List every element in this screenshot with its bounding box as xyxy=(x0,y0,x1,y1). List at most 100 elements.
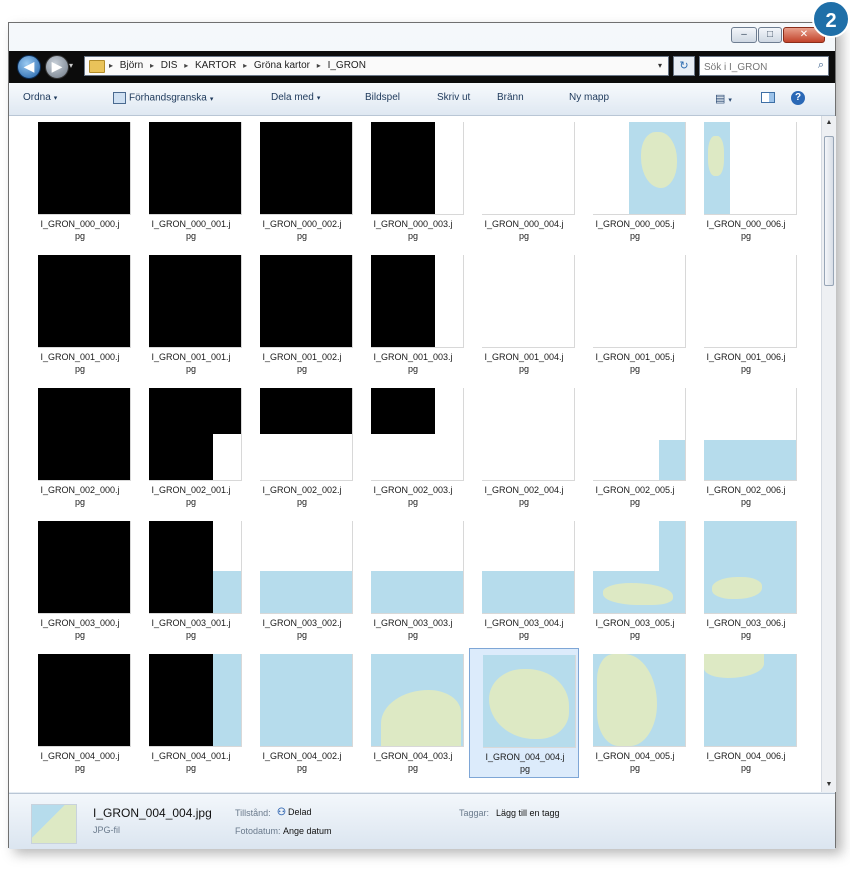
slideshow-button[interactable]: Bildspel xyxy=(365,92,400,103)
state-label: Tillstånd: xyxy=(235,808,271,818)
file-item-000-005[interactable]: I_GRON_000_005.j pg xyxy=(580,116,690,246)
new-folder-button[interactable]: Ny mapp xyxy=(569,92,609,103)
thumbnail xyxy=(371,388,464,481)
step-badge: 2 xyxy=(812,0,850,38)
print-button[interactable]: Skriv ut xyxy=(437,92,470,103)
thumbnail xyxy=(371,521,464,614)
thumbnail xyxy=(593,521,686,614)
file-name: I_GRON_003_003.j pg xyxy=(373,618,453,640)
organize-label: Ordna xyxy=(23,92,51,103)
file-item-002-006[interactable]: I_GRON_002_006.j pg xyxy=(691,382,801,512)
help-icon[interactable]: ? xyxy=(791,91,805,105)
photo-date-label: Fotodatum: xyxy=(235,826,281,836)
scroll-down-icon[interactable]: ▼ xyxy=(822,778,836,792)
file-name: I_GRON_004_003.j pg xyxy=(373,751,453,773)
file-item-003-001[interactable]: I_GRON_003_001.j pg xyxy=(136,515,246,645)
file-item-003-005[interactable]: I_GRON_003_005.j pg xyxy=(580,515,690,645)
scroll-up-icon[interactable]: ▲ xyxy=(822,116,836,130)
file-item-001-002[interactable]: I_GRON_001_002.j pg xyxy=(247,249,357,379)
breadcrumb-separator[interactable]: ▸ xyxy=(317,57,321,75)
scrollbar-thumb[interactable] xyxy=(824,136,834,286)
breadcrumb-separator[interactable]: ▸ xyxy=(150,57,154,75)
thumbnail xyxy=(371,122,464,215)
file-item-001-006[interactable]: I_GRON_001_006.j pg xyxy=(691,249,801,379)
breadcrumb-separator[interactable]: ▸ xyxy=(184,57,188,75)
preview-icon xyxy=(113,92,126,104)
thumbnail xyxy=(593,122,686,215)
file-name: I_GRON_000_006.j pg xyxy=(706,219,786,241)
file-item-000-000[interactable]: I_GRON_000_000.j pg xyxy=(25,116,135,246)
file-item-002-005[interactable]: I_GRON_002_005.j pg xyxy=(580,382,690,512)
maximize-button[interactable]: □ xyxy=(758,27,782,43)
file-item-002-002[interactable]: I_GRON_002_002.j pg xyxy=(247,382,357,512)
file-name: I_GRON_004_004.j pg xyxy=(485,752,565,774)
forward-button[interactable]: ▶ xyxy=(45,55,69,79)
tags-value[interactable]: Lägg till en tagg xyxy=(496,808,560,818)
preview-button[interactable]: Förhandsgranska ▾ xyxy=(113,92,213,104)
file-item-004-004[interactable]: I_GRON_004_004.j pg xyxy=(469,648,579,778)
search-icon[interactable]: ⌕ xyxy=(818,59,824,72)
thumbnail xyxy=(704,255,797,348)
refresh-button[interactable]: ↻ xyxy=(673,56,695,76)
file-item-001-000[interactable]: I_GRON_001_000.j pg xyxy=(25,249,135,379)
breadcrumb-grona-kartor[interactable]: Gröna kartor xyxy=(254,57,310,75)
share-button[interactable]: Dela med ▾ xyxy=(271,92,320,103)
file-item-002-001[interactable]: I_GRON_002_001.j pg xyxy=(136,382,246,512)
breadcrumb-bjorn[interactable]: Björn xyxy=(120,57,143,75)
preview-label: Förhandsgranska xyxy=(129,92,207,104)
recent-pages-dropdown-icon[interactable]: ▾ xyxy=(69,61,73,70)
file-name: I_GRON_000_005.j pg xyxy=(595,219,675,241)
file-item-000-002[interactable]: I_GRON_000_002.j pg xyxy=(247,116,357,246)
file-name: I_GRON_001_001.j pg xyxy=(151,352,231,374)
breadcrumb-i-gron[interactable]: I_GRON xyxy=(328,57,366,75)
thumbnail xyxy=(704,654,797,747)
search-box[interactable]: ⌕ xyxy=(699,56,829,77)
file-item-003-004[interactable]: I_GRON_003_004.j pg xyxy=(469,515,579,645)
file-item-001-004[interactable]: I_GRON_001_004.j pg xyxy=(469,249,579,379)
file-name: I_GRON_001_000.j pg xyxy=(40,352,120,374)
file-item-004-003[interactable]: I_GRON_004_003.j pg xyxy=(358,648,468,778)
file-item-000-006[interactable]: I_GRON_000_006.j pg xyxy=(691,116,801,246)
file-item-003-006[interactable]: I_GRON_003_006.j pg xyxy=(691,515,801,645)
photo-date-value[interactable]: Ange datum xyxy=(283,826,332,836)
file-name: I_GRON_002_004.j pg xyxy=(484,485,564,507)
search-input[interactable] xyxy=(700,58,812,77)
file-item-004-002[interactable]: I_GRON_004_002.j pg xyxy=(247,648,357,778)
file-item-002-003[interactable]: I_GRON_002_003.j pg xyxy=(358,382,468,512)
file-item-003-003[interactable]: I_GRON_003_003.j pg xyxy=(358,515,468,645)
file-item-001-003[interactable]: I_GRON_001_003.j pg xyxy=(358,249,468,379)
file-item-001-001[interactable]: I_GRON_001_001.j pg xyxy=(136,249,246,379)
file-name: I_GRON_004_000.j pg xyxy=(40,751,120,773)
file-name: I_GRON_002_003.j pg xyxy=(373,485,453,507)
thumbnail xyxy=(260,388,353,481)
preview-pane-icon[interactable] xyxy=(761,92,775,103)
file-item-000-003[interactable]: I_GRON_000_003.j pg xyxy=(358,116,468,246)
file-item-000-004[interactable]: I_GRON_000_004.j pg xyxy=(469,116,579,246)
file-name: I_GRON_000_001.j pg xyxy=(151,219,231,241)
breadcrumb-kartor[interactable]: KARTOR xyxy=(195,57,236,75)
address-dropdown-icon[interactable]: ▾ xyxy=(652,56,668,76)
minimize-button[interactable]: – xyxy=(731,27,757,43)
file-name: I_GRON_000_002.j pg xyxy=(262,219,342,241)
vertical-scrollbar[interactable]: ▲ ▼ xyxy=(821,116,836,792)
file-item-000-001[interactable]: I_GRON_000_001.j pg xyxy=(136,116,246,246)
breadcrumb-separator[interactable]: ▸ xyxy=(243,57,247,75)
file-item-004-000[interactable]: I_GRON_004_000.j pg xyxy=(25,648,135,778)
file-item-001-005[interactable]: I_GRON_001_005.j pg xyxy=(580,249,690,379)
file-item-003-000[interactable]: I_GRON_003_000.j pg xyxy=(25,515,135,645)
back-button[interactable]: ◀ xyxy=(17,55,41,79)
file-item-004-006[interactable]: I_GRON_004_006.j pg xyxy=(691,648,801,778)
address-bar[interactable]: ▸ Björn ▸ DIS ▸ KARTOR ▸ Gröna kartor ▸ … xyxy=(84,56,669,76)
file-name: I_GRON_003_000.j pg xyxy=(40,618,120,640)
change-view-button[interactable]: ▤ ▾ xyxy=(715,92,732,105)
burn-button[interactable]: Bränn xyxy=(497,92,524,103)
file-item-002-004[interactable]: I_GRON_002_004.j pg xyxy=(469,382,579,512)
file-item-002-000[interactable]: I_GRON_002_000.j pg xyxy=(25,382,135,512)
breadcrumb-dis[interactable]: DIS xyxy=(161,57,178,75)
file-item-004-001[interactable]: I_GRON_004_001.j pg xyxy=(136,648,246,778)
file-name: I_GRON_002_000.j pg xyxy=(40,485,120,507)
thumbnail xyxy=(704,521,797,614)
organize-button[interactable]: Ordna ▾ xyxy=(23,92,57,103)
file-item-003-002[interactable]: I_GRON_003_002.j pg xyxy=(247,515,357,645)
file-item-004-005[interactable]: I_GRON_004_005.j pg xyxy=(580,648,690,778)
